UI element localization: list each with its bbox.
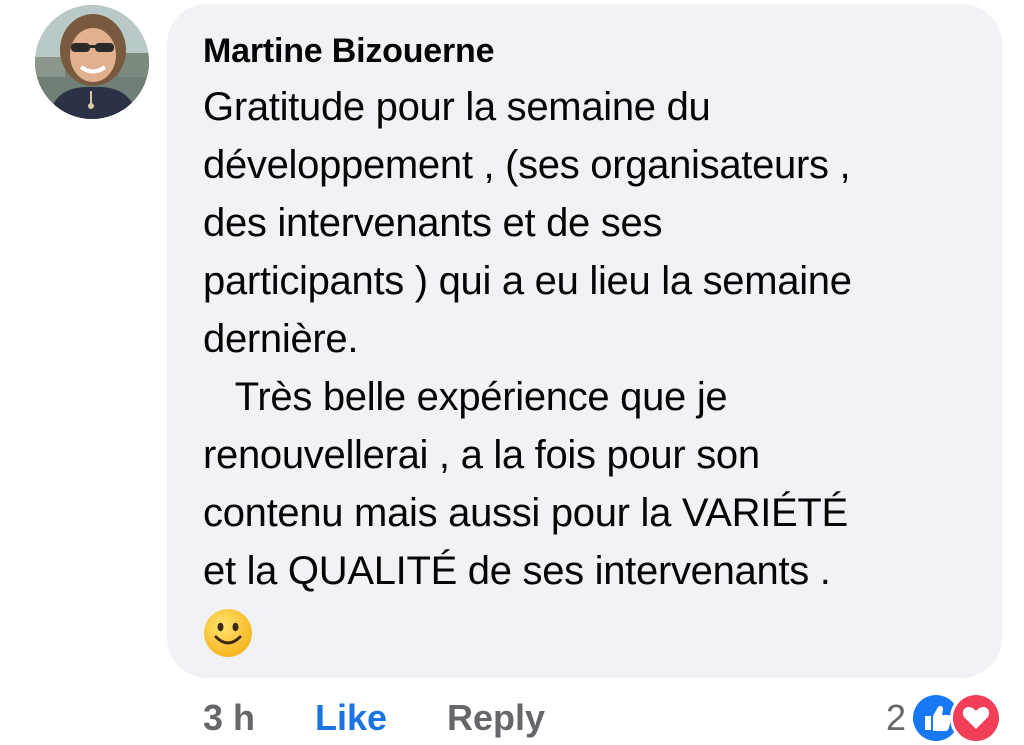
comment-line: Très belle expérience que je — [203, 375, 728, 419]
comment-line: dernière. — [203, 317, 359, 361]
reactions-summary[interactable]: 2 — [885, 692, 1002, 744]
comment-bubble: Martine Bizouerne Gratitude pour la sema… — [167, 4, 1002, 678]
avatar[interactable] — [35, 5, 149, 119]
comment-line: renouvellerai , a la fois pour son — [203, 433, 760, 477]
comment-line: des intervenants et de ses — [203, 201, 663, 245]
comment-line: participants ) qui a eu lieu la semaine — [203, 259, 852, 303]
comment-line: Gratitude pour la semaine du — [203, 85, 711, 129]
reply-button[interactable]: Reply — [447, 698, 545, 738]
comment-actions: 3 h Like Reply 2 — [0, 690, 1024, 745]
comment-line: et la QUALITÉ de ses intervenants . — [203, 549, 831, 593]
avatar-photo — [35, 5, 149, 119]
reaction-count: 2 — [885, 697, 906, 738]
comment-line: développement , (ses organisateurs , — [203, 143, 851, 187]
smiling-face-emoji-icon — [203, 608, 253, 658]
author-name[interactable]: Martine Bizouerne — [203, 30, 972, 72]
comment-view: Martine Bizouerne Gratitude pour la sema… — [0, 0, 1024, 745]
timestamp[interactable]: 3 h — [203, 698, 255, 738]
comment-text: Gratitude pour la semaine du développeme… — [203, 78, 972, 600]
love-reaction-icon — [950, 692, 1002, 744]
comment-line: contenu mais aussi pour la VARIÉTÉ — [203, 491, 848, 535]
like-button[interactable]: Like — [315, 698, 387, 738]
